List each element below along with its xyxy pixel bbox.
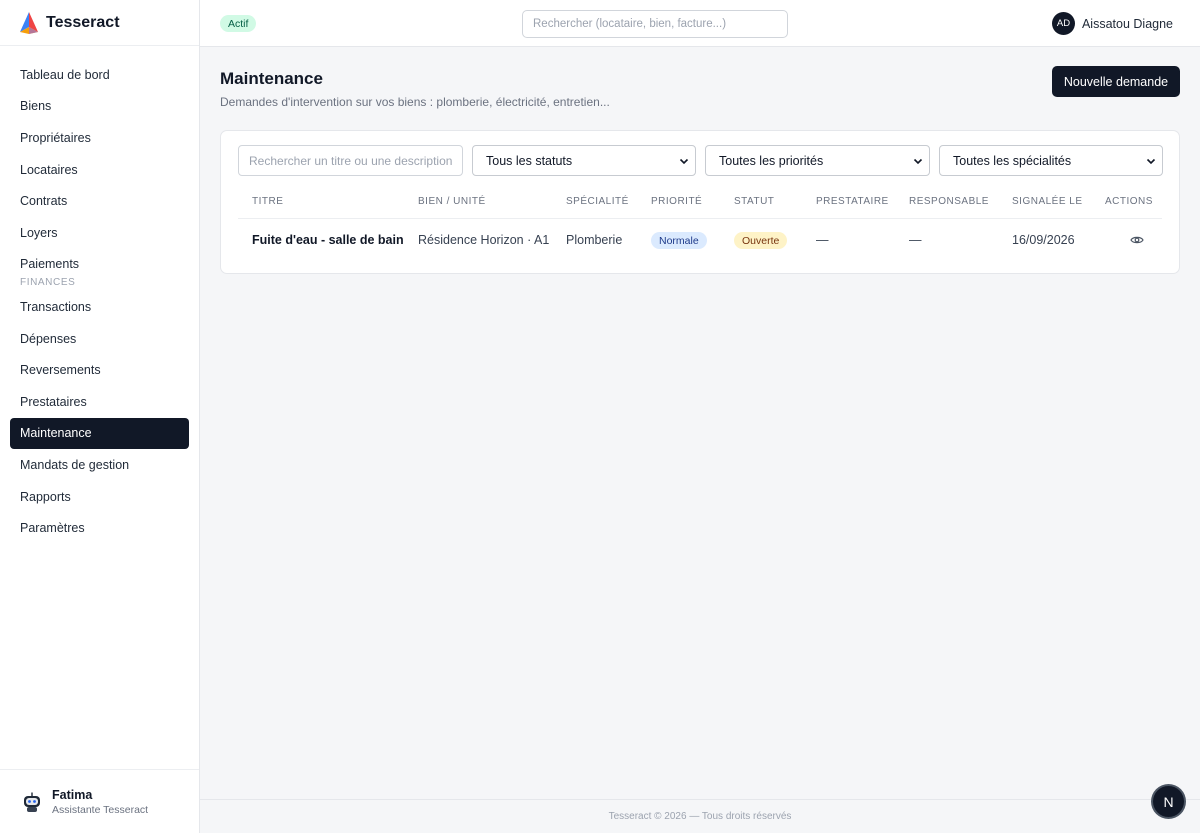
cell-specialty: Plomberie — [566, 233, 623, 247]
column-header-prestataire[interactable]: PRESTATAIRE — [816, 196, 889, 207]
chevron-down-icon — [1146, 158, 1156, 164]
sidebar-item-rapports[interactable]: Rapports — [0, 481, 189, 513]
sidebar-item-loyers[interactable]: Loyers — [0, 217, 189, 249]
sidebar-nav: Tableau de bord Biens Propriétaires Loca… — [0, 46, 199, 544]
user-menu[interactable]: AD Aissatou Diagne — [1051, 12, 1173, 35]
status-badge: Actif — [220, 15, 257, 32]
cell-manager: — — [909, 233, 922, 247]
column-header-priorite[interactable]: PRIORITÉ — [651, 196, 702, 207]
sidebar-item-tableau-de-bord[interactable]: Tableau de bord — [0, 59, 189, 91]
cell-property: Résidence Horizon · A1 — [418, 233, 550, 247]
robot-icon — [24, 792, 40, 812]
specialty-filter-select[interactable]: Toutes les spécialités — [939, 145, 1163, 176]
status-filter-value: Tous les statuts — [486, 153, 573, 168]
status-badge: Ouverte — [734, 232, 788, 249]
sidebar-item-locataires[interactable]: Locataires — [0, 154, 189, 186]
sidebar-item-biens[interactable]: Biens — [0, 91, 189, 123]
cell-reported-date: 16/09/2026 — [1012, 233, 1075, 247]
column-header-specialite[interactable]: SPÉCIALITÉ — [566, 196, 629, 207]
sidebar-item-contrats[interactable]: Contrats — [0, 185, 189, 217]
column-header-actions: ACTIONS — [1105, 196, 1153, 207]
tesseract-logo-icon — [20, 11, 38, 34]
new-request-button[interactable]: Nouvelle demande — [1052, 66, 1180, 97]
priority-badge: Normale — [651, 232, 707, 249]
sidebar-section-finances: FINANCES — [20, 277, 76, 289]
table-header: TITRE BIEN / UNITÉ SPÉCIALITÉ PRIORITÉ S… — [238, 193, 1162, 219]
column-header-titre[interactable]: TITRE — [252, 196, 283, 207]
global-search-input[interactable] — [522, 10, 788, 38]
column-header-responsable[interactable]: RESPONSABLE — [909, 196, 989, 207]
assistant-name: Fatima — [52, 787, 93, 802]
assistant-role: Assistante Tesseract — [52, 803, 149, 816]
floating-dev-badge[interactable]: N — [1153, 786, 1184, 817]
sidebar-item-proprietaires[interactable]: Propriétaires — [0, 122, 189, 154]
footer-text: Tesseract © 2026 — Tous droits réservés — [608, 811, 792, 822]
sidebar: Tesseract Tableau de bord Biens Propriét… — [0, 0, 200, 833]
column-header-signalee[interactable]: SIGNALÉE LE — [1012, 196, 1083, 207]
status-filter-select[interactable]: Tous les statuts — [472, 145, 696, 176]
chevron-down-icon — [913, 158, 923, 164]
page-subtitle: Demandes d'intervention sur vos biens : … — [220, 95, 610, 109]
cell-title[interactable]: Fuite d'eau - salle de bain — [252, 233, 404, 247]
priority-filter-select[interactable]: Toutes les priorités — [705, 145, 930, 176]
sidebar-item-transactions[interactable]: Transactions — [0, 291, 189, 323]
assistant-card[interactable]: Fatima Assistante Tesseract — [0, 769, 199, 833]
column-header-statut[interactable]: STATUT — [734, 196, 774, 207]
assistant-text: Fatima Assistante Tesseract — [52, 788, 148, 816]
page-title: Maintenance — [220, 69, 323, 88]
topbar: Actif AD Aissatou Diagne — [200, 0, 1200, 47]
footer: Tesseract © 2026 — Tous droits réservés — [200, 799, 1200, 833]
column-header-bien[interactable]: BIEN / UNITÉ — [418, 196, 486, 207]
brand-name: Tesseract — [46, 13, 120, 31]
request-search-input[interactable] — [238, 145, 463, 176]
brand[interactable]: Tesseract — [0, 0, 199, 46]
specialty-filter-value: Toutes les spécialités — [953, 153, 1072, 168]
cell-provider: — — [816, 233, 829, 247]
sidebar-item-depenses[interactable]: Dépenses — [0, 323, 189, 355]
sidebar-item-mandats[interactable]: Mandats de gestion — [0, 449, 189, 481]
sidebar-item-reversements[interactable]: Reversements — [0, 354, 189, 386]
sidebar-item-parametres[interactable]: Paramètres — [0, 512, 189, 544]
user-name: Aissatou Diagne — [1081, 16, 1173, 31]
table-row[interactable]: Fuite d'eau - salle de bain Résidence Ho… — [238, 219, 1162, 261]
sidebar-item-maintenance[interactable]: Maintenance — [10, 417, 189, 450]
eye-icon[interactable] — [1130, 233, 1144, 247]
chevron-down-icon — [679, 158, 689, 164]
avatar: AD — [1051, 12, 1075, 35]
priority-filter-value: Toutes les priorités — [719, 153, 824, 168]
sidebar-item-prestataires[interactable]: Prestataires — [0, 386, 189, 418]
maintenance-card: Tous les statuts Toutes les priorités To… — [220, 130, 1180, 274]
